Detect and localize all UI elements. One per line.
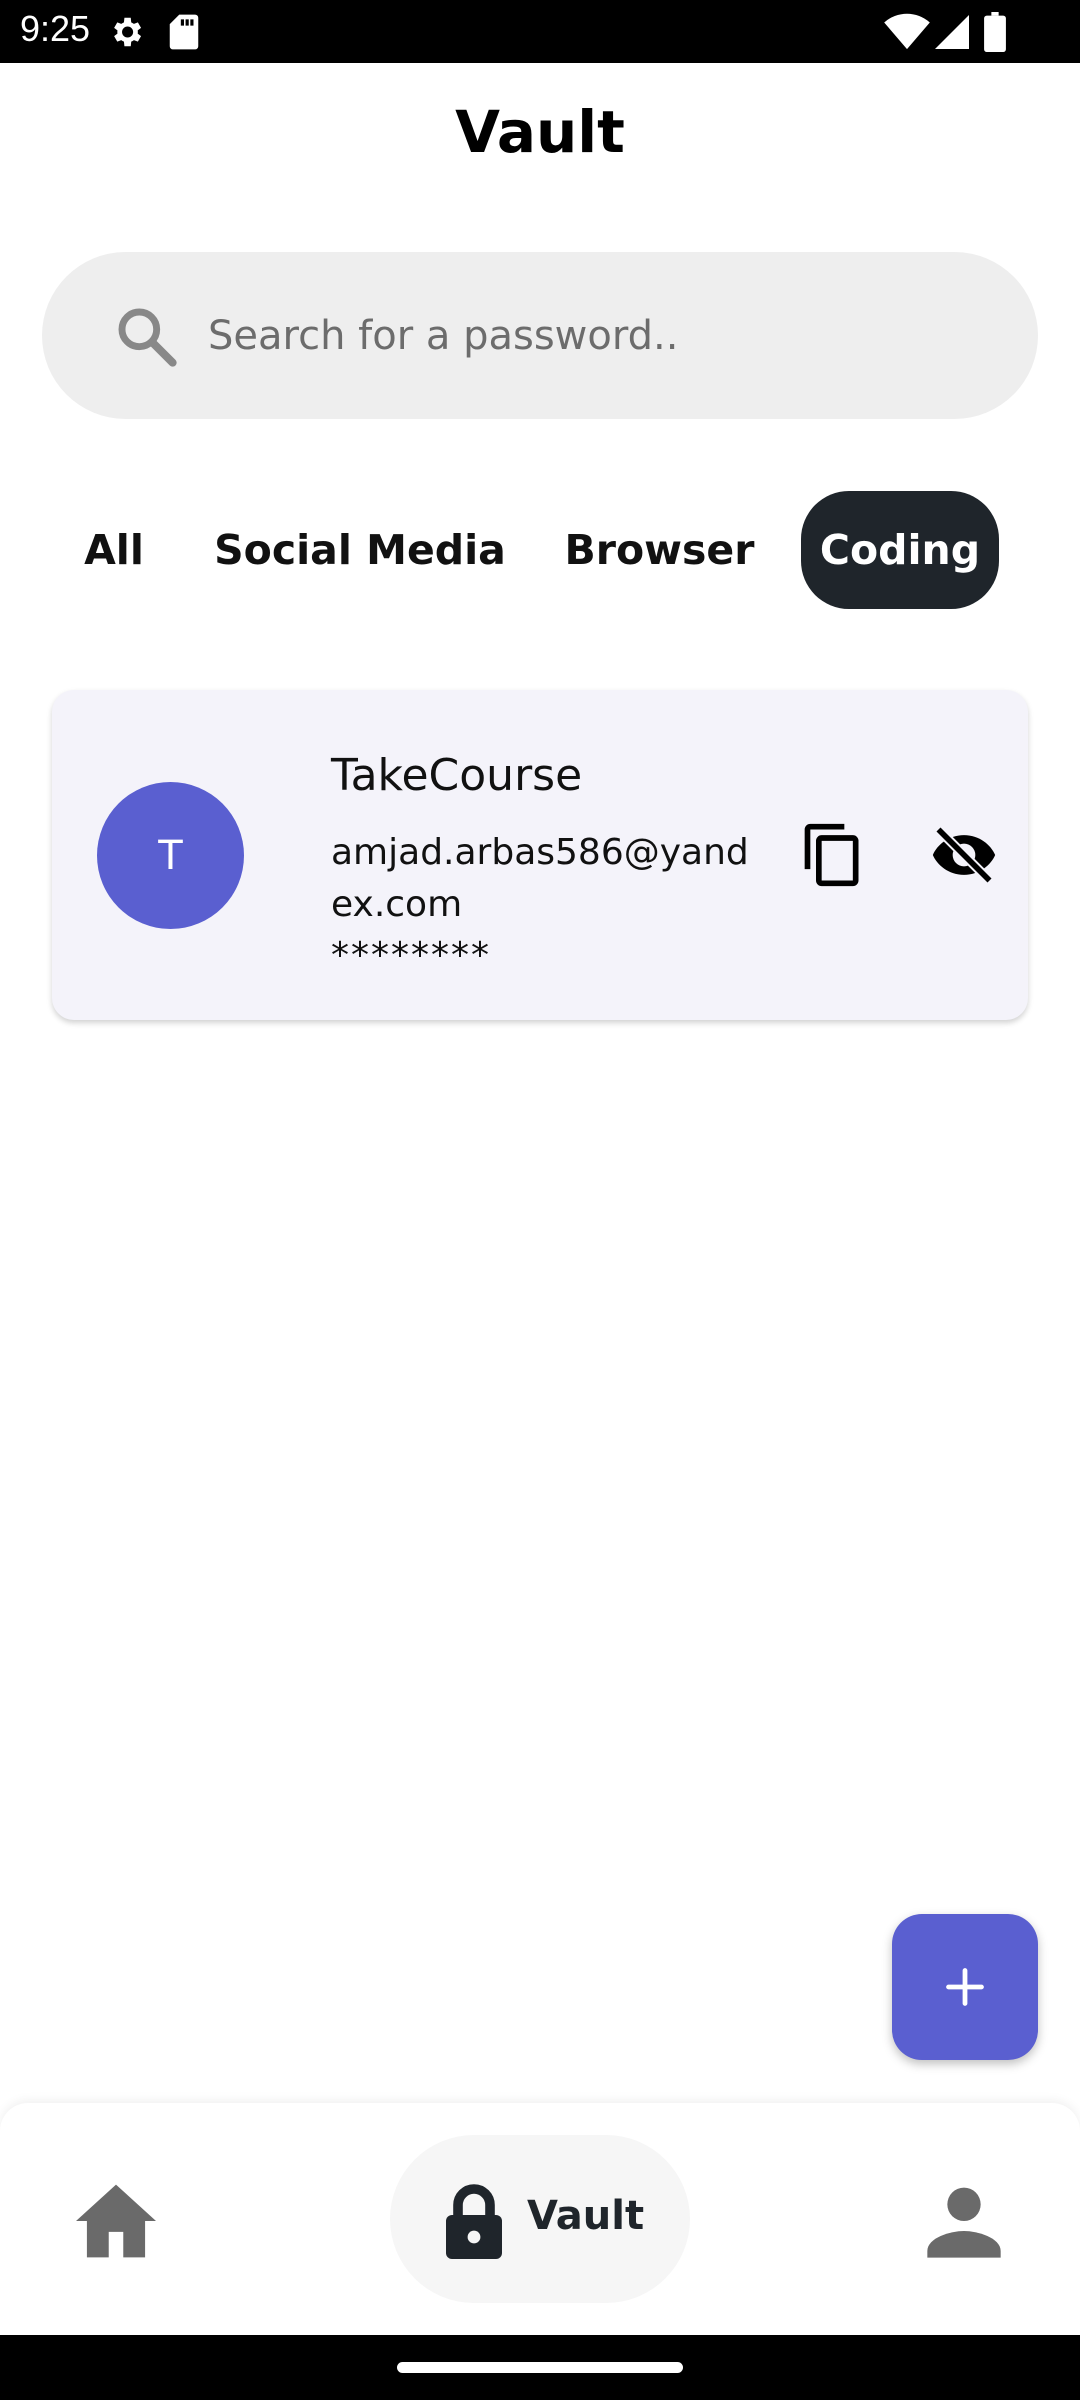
password-card[interactable]: T TakeCourse amjad.arbas586@yandex.com *… <box>52 690 1028 1020</box>
bottom-navigation: Vault <box>0 2103 1080 2335</box>
lock-icon <box>446 2184 502 2259</box>
plus-icon <box>946 1968 984 2006</box>
tab-coding[interactable]: Coding <box>801 491 999 609</box>
signal-icon <box>935 15 969 49</box>
nav-vault[interactable]: Vault <box>390 2135 690 2303</box>
search-icon <box>118 308 177 367</box>
wifi-icon <box>884 13 930 50</box>
gear-icon <box>114 17 142 47</box>
search-bar[interactable] <box>42 252 1038 419</box>
status-time: 9:25 <box>20 8 91 49</box>
entry-title: TakeCourse <box>331 750 583 801</box>
copy-icon[interactable] <box>799 821 867 889</box>
page-title: Vault <box>455 98 625 166</box>
entry-password: ******** <box>331 935 491 976</box>
gesture-bar <box>0 2335 1080 2400</box>
add-password-button[interactable] <box>892 1914 1038 2060</box>
nav-vault-label: Vault <box>527 2193 645 2239</box>
tab-social-media[interactable]: Social Media <box>210 491 510 609</box>
status-bar: 9:25 <box>0 0 1080 63</box>
search-input[interactable] <box>208 294 998 378</box>
gesture-handle[interactable] <box>397 2362 683 2373</box>
sd-card-icon <box>169 14 199 50</box>
avatar: T <box>97 782 244 929</box>
eye-off-icon[interactable] <box>930 821 998 889</box>
battery-icon <box>984 12 1006 52</box>
person-icon[interactable] <box>924 2181 1004 2261</box>
home-icon[interactable] <box>72 2181 160 2261</box>
tab-all[interactable]: All <box>60 491 168 609</box>
entry-email: amjad.arbas586@yandex.com <box>331 832 749 925</box>
tab-browser[interactable]: Browser <box>552 491 767 609</box>
category-tabs: All Social Media Browser Coding <box>0 491 1080 609</box>
